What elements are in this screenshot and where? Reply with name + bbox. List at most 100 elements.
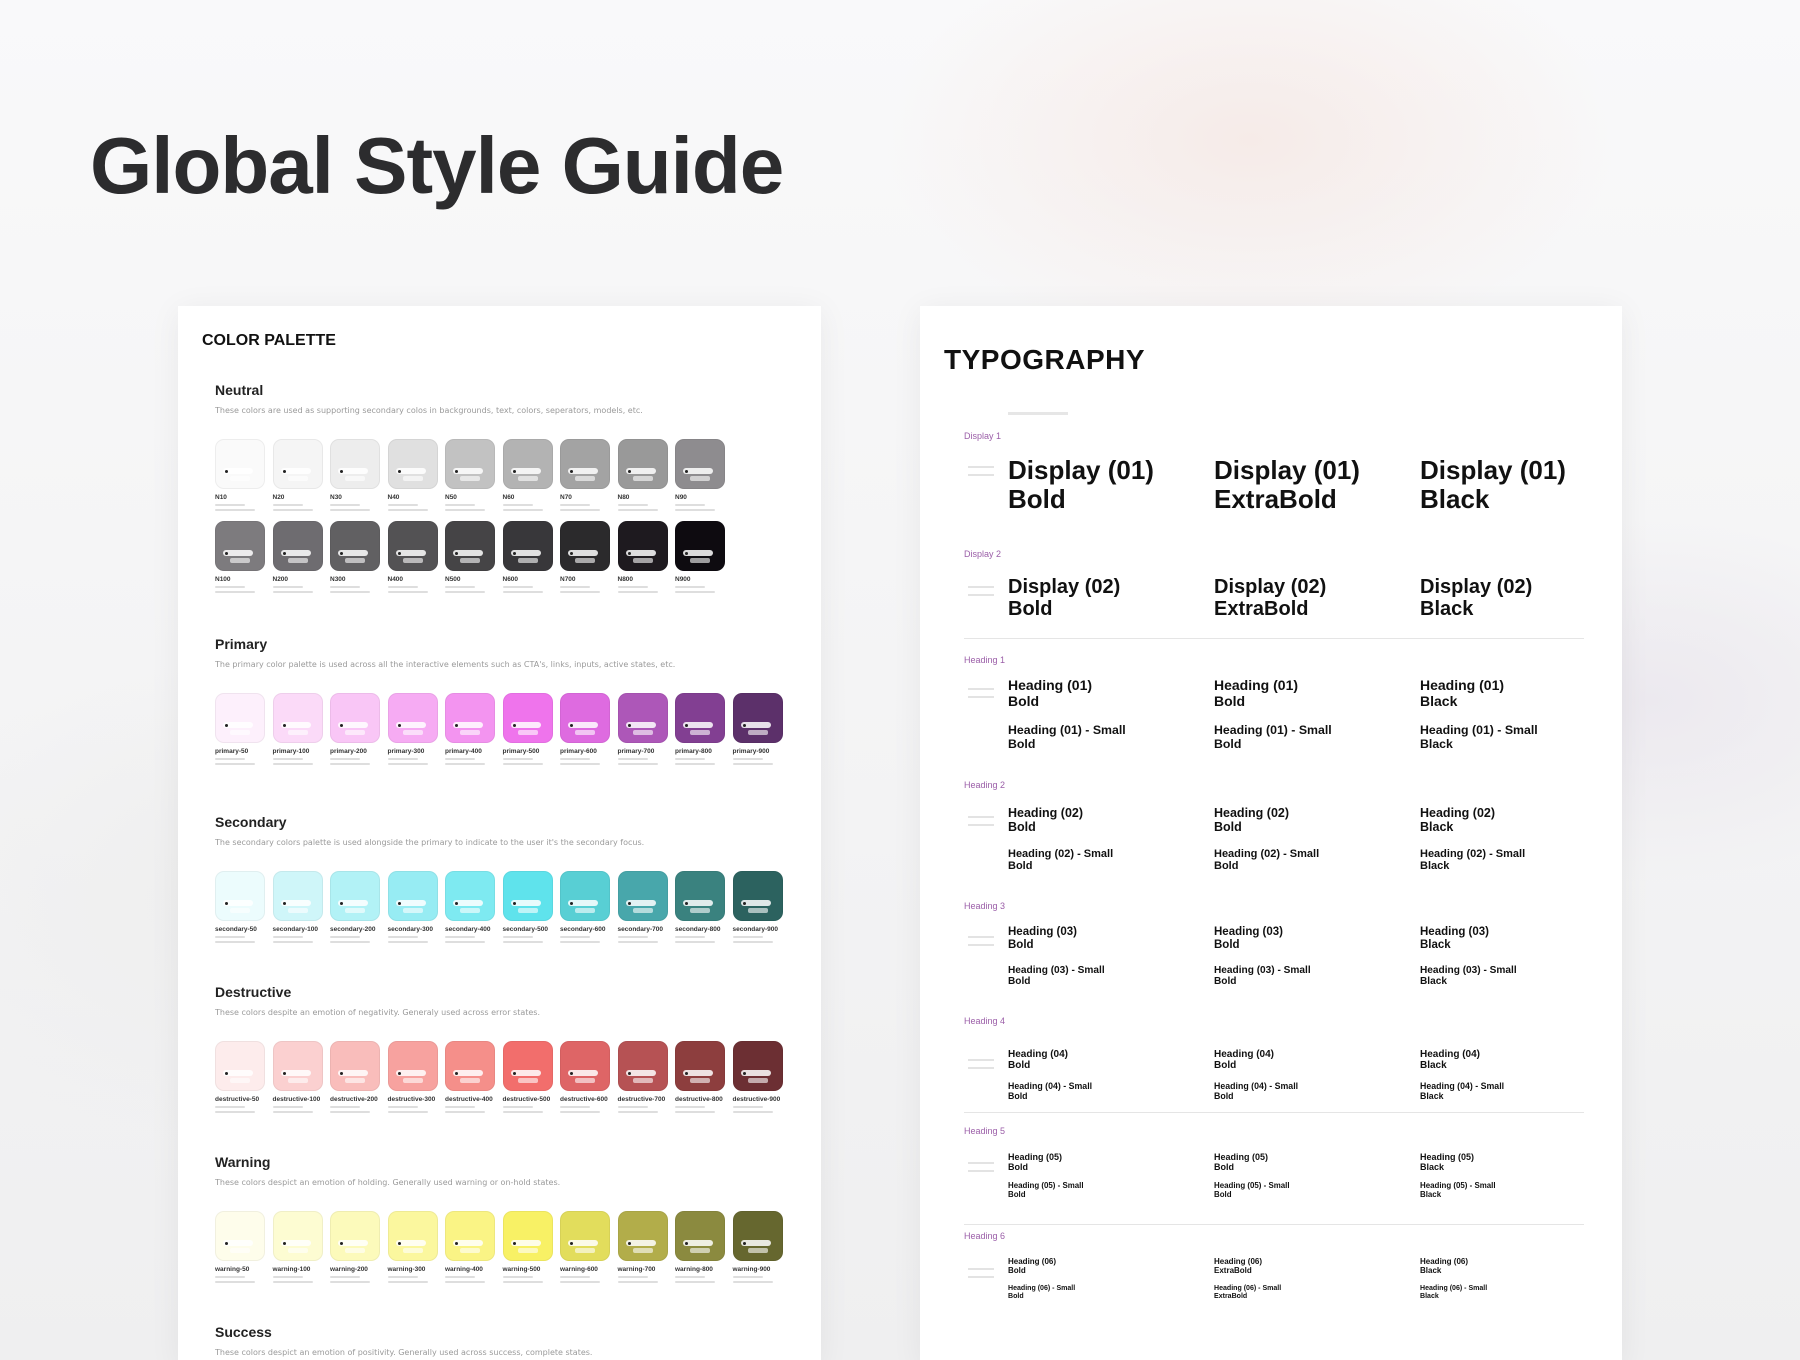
type-section-label: Heading 1 [964, 655, 1006, 665]
color-swatch[interactable]: warning-400 [445, 1211, 495, 1283]
swatch-rgb-line [675, 591, 715, 593]
swatch-color-box [617, 439, 668, 489]
type-sample-small-name: Heading (03) - Small [1420, 964, 1517, 976]
color-swatch[interactable]: N80 [617, 439, 668, 511]
color-swatch[interactable]: secondary-300 [387, 871, 438, 943]
color-swatch[interactable]: N10 [215, 439, 265, 511]
color-swatch[interactable]: N90 [675, 439, 725, 511]
swatch-rgb-line [445, 763, 485, 765]
contrast-tag [625, 1240, 656, 1246]
color-swatch[interactable]: primary-600 [560, 693, 610, 765]
color-swatch[interactable]: N700 [560, 521, 610, 593]
swatch-rgb-line [560, 591, 600, 593]
color-swatch[interactable]: primary-500 [502, 693, 553, 765]
color-swatch[interactable]: primary-300 [387, 693, 438, 765]
color-swatch[interactable]: warning-900 [732, 1211, 783, 1283]
swatch-rgb-line [215, 763, 255, 765]
swatch-hex-line [732, 1106, 763, 1108]
type-sample-name: Heading (04) [1420, 1049, 1481, 1060]
color-swatch[interactable]: warning-800 [675, 1211, 725, 1283]
type-section-specs [968, 1162, 994, 1178]
color-swatch[interactable]: N100 [215, 521, 265, 593]
swatch-hex-line [272, 936, 303, 938]
color-swatch[interactable]: N30 [330, 439, 380, 511]
color-swatch[interactable]: primary-200 [330, 693, 380, 765]
color-swatch[interactable]: warning-500 [502, 1211, 553, 1283]
color-swatch[interactable]: N300 [330, 521, 380, 593]
color-swatch[interactable]: warning-700 [617, 1211, 668, 1283]
contrast-tag-secondary [287, 1078, 308, 1083]
swatch-name: N400 [387, 576, 404, 583]
color-swatch[interactable]: primary-900 [732, 693, 783, 765]
type-section-label: Heading 6 [964, 1231, 1006, 1241]
color-swatch[interactable]: N20 [272, 439, 323, 511]
type-section-label: Display 2 [964, 549, 1002, 559]
color-swatch[interactable]: destructive-800 [675, 1041, 725, 1113]
type-sample-small-weight: Bold [1214, 1190, 1232, 1200]
color-swatch[interactable]: primary-100 [272, 693, 323, 765]
color-swatch[interactable]: destructive-400 [445, 1041, 495, 1113]
color-swatch[interactable]: destructive-900 [732, 1041, 783, 1113]
color-swatch[interactable]: warning-200 [330, 1211, 380, 1283]
color-swatch[interactable]: primary-50 [215, 693, 265, 765]
color-swatch[interactable]: N800 [617, 521, 668, 593]
contrast-tag [740, 1240, 771, 1246]
color-swatch[interactable]: destructive-100 [272, 1041, 323, 1113]
color-swatch[interactable]: N600 [502, 521, 553, 593]
color-swatch[interactable]: N60 [502, 439, 553, 511]
color-swatch[interactable]: destructive-200 [330, 1041, 380, 1113]
color-swatch[interactable]: destructive-500 [502, 1041, 553, 1113]
contrast-tag [223, 900, 253, 906]
color-swatch[interactable]: N900 [675, 521, 725, 593]
color-swatch[interactable]: destructive-300 [387, 1041, 438, 1113]
swatch-name: N40 [387, 494, 400, 501]
color-swatch[interactable]: N70 [560, 439, 610, 511]
color-swatch[interactable]: secondary-900 [732, 871, 783, 943]
type-sample-small-weight: Bold [1214, 737, 1242, 752]
contrast-tag [740, 722, 771, 728]
contrast-tag-secondary [287, 558, 308, 563]
color-group-description: The primary color palette is used across… [215, 660, 676, 669]
swatch-color-box [330, 521, 380, 571]
color-swatch[interactable]: warning-300 [387, 1211, 438, 1283]
swatch-rgb-line [732, 763, 773, 765]
color-swatch[interactable]: warning-600 [560, 1211, 610, 1283]
swatch-name: primary-100 [272, 748, 310, 755]
color-swatch[interactable]: primary-400 [445, 693, 495, 765]
swatch-row: destructive-50 destructive-100 destructive… [215, 1041, 805, 1113]
color-swatch[interactable]: secondary-400 [445, 871, 495, 943]
swatch-color-box [272, 521, 323, 571]
color-swatch[interactable]: secondary-500 [502, 871, 553, 943]
color-swatch[interactable]: secondary-600 [560, 871, 610, 943]
color-swatch[interactable]: primary-700 [617, 693, 668, 765]
color-swatch[interactable]: secondary-200 [330, 871, 380, 943]
swatch-name: warning-900 [732, 1266, 771, 1273]
contrast-tag-secondary [690, 1078, 710, 1083]
color-swatch[interactable]: N40 [387, 439, 438, 511]
contrast-tag [338, 1070, 368, 1076]
color-swatch[interactable]: N50 [445, 439, 495, 511]
color-swatch[interactable]: secondary-700 [617, 871, 668, 943]
color-swatch[interactable]: N500 [445, 521, 495, 593]
color-swatch[interactable]: warning-50 [215, 1211, 265, 1283]
color-swatch[interactable]: N400 [387, 521, 438, 593]
color-swatch[interactable]: destructive-700 [617, 1041, 668, 1113]
color-swatch[interactable]: warning-100 [272, 1211, 323, 1283]
contrast-tag-secondary [230, 908, 250, 913]
contrast-tag-secondary [402, 908, 423, 913]
swatch-hex-line [330, 1276, 360, 1278]
color-swatch[interactable]: secondary-50 [215, 871, 265, 943]
color-swatch[interactable]: primary-800 [675, 693, 725, 765]
color-swatch[interactable]: destructive-600 [560, 1041, 610, 1113]
type-sample: Heading (02) Bold Heading (02) - Small Bold [1214, 806, 1319, 873]
type-sample-small-name: Heading (01) - Small [1214, 723, 1332, 738]
type-sample: Heading (02) Black Heading (02) - Small Bla… [1420, 806, 1525, 873]
color-swatch[interactable]: secondary-100 [272, 871, 323, 943]
color-swatch[interactable]: destructive-50 [215, 1041, 265, 1113]
contrast-tag [683, 550, 713, 556]
swatch-hex-line [675, 1276, 705, 1278]
color-swatch[interactable]: secondary-800 [675, 871, 725, 943]
contrast-tag-secondary [230, 476, 250, 481]
color-swatch[interactable]: N200 [272, 521, 323, 593]
type-sample-small: Heading (02) - Small Bold [1008, 848, 1113, 873]
